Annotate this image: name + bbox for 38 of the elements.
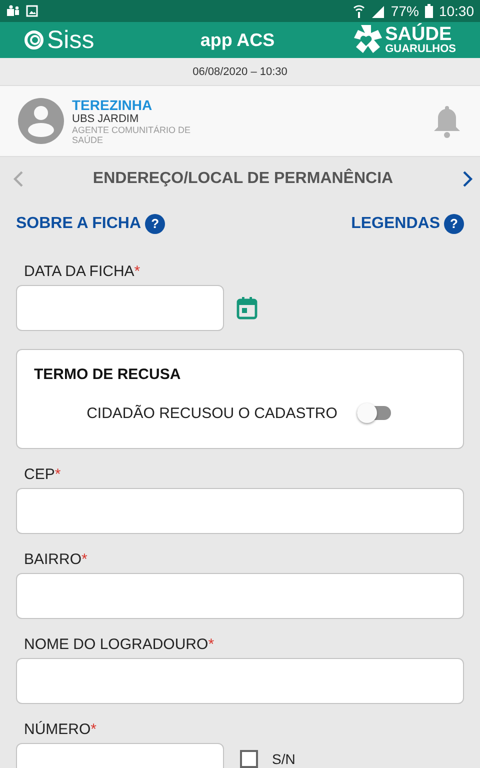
toggle-label: CIDADÃO RECUSOU O CADASTRO (86, 404, 338, 422)
battery-icon (424, 4, 433, 18)
section-title: ENDEREÇO/LOCAL DE PERMANÊNCIA (92, 170, 394, 188)
calendar-icon[interactable] (236, 296, 258, 320)
wifi-icon (352, 4, 365, 18)
field-label: NOME DO LOGRADOURO* (23, 636, 216, 654)
field-label: DATA DA FICHA* (23, 263, 142, 281)
checkbox[interactable] (240, 750, 258, 768)
app-title: app ACS (199, 30, 276, 50)
clock: 10:30 (438, 3, 474, 19)
bell-icon[interactable] (432, 104, 462, 138)
text-field[interactable] (16, 658, 464, 704)
chevron-right-icon[interactable] (462, 170, 474, 188)
battery-percentage: 77% (390, 3, 419, 19)
text-field[interactable] (16, 488, 464, 534)
people-icon (6, 5, 20, 17)
signal-icon (370, 4, 385, 18)
card-title: TERMO DE RECUSA (34, 366, 182, 383)
help-link[interactable]: LEGENDAS ? (351, 214, 464, 234)
ring-logo-icon (24, 30, 44, 50)
logo-subtext: GUARULHOS (385, 44, 456, 55)
field-label: BAIRRO* (23, 551, 88, 569)
text-field[interactable] (16, 573, 464, 619)
help-link[interactable]: SOBRE A FICHA ? (16, 214, 166, 234)
help-icon[interactable]: ? (145, 214, 166, 234)
field-label: NÚMERO* (23, 721, 98, 739)
help-icon[interactable]: ? (444, 214, 464, 234)
user-role: AGENTE COMUNITÁRIO DE SAÚDE (72, 125, 192, 145)
checkbox-label: S/N (272, 752, 296, 766)
unit-name: UBS JARDIM (72, 113, 140, 125)
date-field[interactable] (16, 285, 224, 331)
toggle-switch[interactable] (357, 403, 394, 423)
field-label: CEP* (23, 466, 62, 484)
user-name: TEREZINHA (72, 97, 154, 113)
image-icon (26, 5, 38, 17)
logo-text: Siss (47, 26, 94, 54)
avatar-icon (18, 98, 64, 144)
logo-text: SAÚDE (385, 25, 452, 44)
